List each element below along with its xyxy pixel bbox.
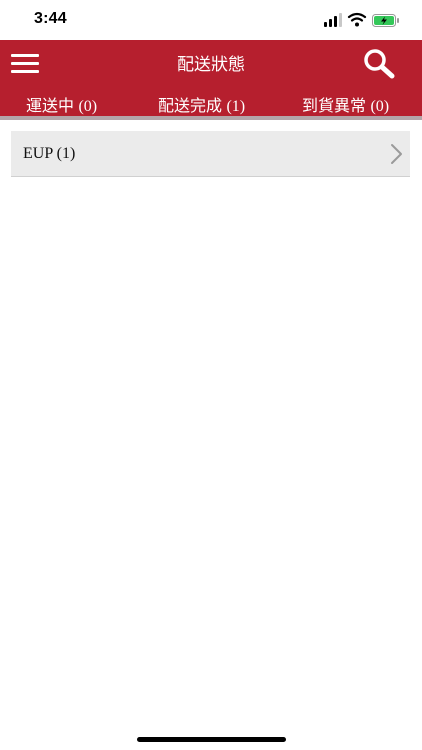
tab-count: (0) [370, 98, 390, 115]
tab-count: (0) [78, 98, 98, 115]
search-button[interactable] [362, 48, 398, 80]
list-item-label: EUP (1) [23, 145, 76, 162]
search-icon [364, 49, 395, 79]
tab-label: 運送中 [26, 98, 75, 115]
tab-delivered[interactable]: 配送完成 (1) [158, 92, 245, 116]
status-bar: 3:44 [0, 0, 422, 40]
status-time: 3:44 [34, 10, 67, 27]
tab-in-transit[interactable]: 運送中 (0) [26, 92, 97, 116]
header-divider [0, 116, 422, 120]
chevron-right-icon [391, 144, 402, 164]
list-item[interactable]: EUP (1) [11, 131, 410, 177]
tab-label: 配送完成 [158, 98, 223, 115]
battery-charging-icon [372, 14, 399, 27]
tab-delivery-exception[interactable]: 到貨異常 (0) [302, 92, 389, 116]
tab-count: (1) [226, 98, 246, 115]
signal-icon [324, 13, 342, 27]
wifi-icon [347, 12, 367, 27]
tab-label: 到貨異常 [302, 98, 367, 115]
status-tabs: 運送中 (0) 配送完成 (1) 到貨異常 (0) [0, 92, 422, 116]
status-icons-svg [324, 12, 399, 27]
home-indicator[interactable] [137, 737, 286, 742]
status-icons [324, 12, 404, 30]
page-title: 配送狀態 [177, 55, 245, 74]
app-header: 配送狀態 運送中 (0) 配送完成 (1) 到貨異常 (0) [0, 40, 422, 118]
